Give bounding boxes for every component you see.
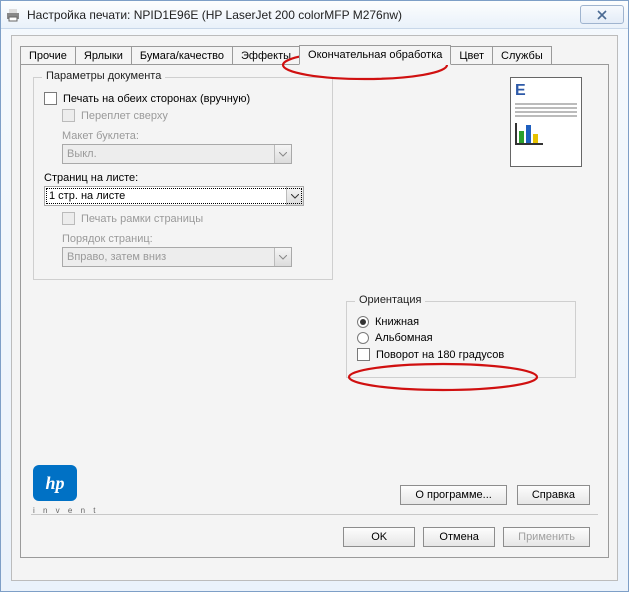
- page-order-select: Вправо, затем вниз: [62, 247, 292, 267]
- page-order-label: Порядок страниц:: [62, 233, 322, 245]
- preview-letter-icon: E: [515, 82, 577, 100]
- flip-top-label: Переплет сверху: [81, 110, 168, 122]
- tab-color[interactable]: Цвет: [450, 46, 493, 65]
- hp-logo-icon: hp: [33, 465, 77, 501]
- tab-shortcuts[interactable]: Ярлыки: [75, 46, 132, 65]
- print-borders-checkbox: [62, 212, 75, 225]
- duplex-label: Печать на обеих сторонах (вручную): [63, 93, 250, 105]
- tab-paper-quality[interactable]: Бумага/качество: [131, 46, 233, 65]
- landscape-radio[interactable]: [357, 332, 369, 344]
- flip-top-checkbox: [62, 109, 75, 122]
- document-parameters-group: Параметры документа Печать на обеих стор…: [33, 77, 333, 280]
- landscape-label: Альбомная: [375, 332, 433, 344]
- rotate180-checkbox[interactable]: [357, 348, 370, 361]
- apply-button: Применить: [503, 527, 590, 547]
- divider: [31, 514, 598, 515]
- about-button[interactable]: О программе...: [400, 485, 506, 505]
- dialog-content: Прочие Ярлыки Бумага/качество Эффекты Ок…: [11, 35, 618, 581]
- printer-icon: [5, 7, 21, 23]
- help-button[interactable]: Справка: [517, 485, 590, 505]
- chevron-down-icon[interactable]: [286, 187, 303, 205]
- titlebar: Настройка печати: NPID1E96E (HP LaserJet…: [1, 1, 628, 29]
- tab-services[interactable]: Службы: [492, 46, 552, 65]
- preview-chart-icon: [515, 123, 543, 145]
- duplex-checkbox[interactable]: [44, 92, 57, 105]
- tab-effects[interactable]: Эффекты: [232, 46, 300, 65]
- close-button[interactable]: [580, 5, 624, 24]
- window-title: Настройка печати: NPID1E96E (HP LaserJet…: [27, 8, 580, 22]
- page-preview: E: [510, 77, 582, 167]
- print-borders-label: Печать рамки страницы: [81, 213, 203, 225]
- orientation-group: Ориентация Книжная Альбомная Поворот на …: [346, 301, 576, 378]
- orientation-title: Ориентация: [355, 294, 425, 306]
- cancel-button[interactable]: Отмена: [423, 527, 495, 547]
- print-settings-window: Настройка печати: NPID1E96E (HP LaserJet…: [0, 0, 629, 592]
- booklet-layout-select: Выкл.: [62, 144, 292, 164]
- tab-finishing[interactable]: Окончательная обработка: [299, 45, 451, 65]
- pages-per-sheet-select[interactable]: 1 стр. на листе: [44, 186, 304, 206]
- tabs: Прочие Ярлыки Бумага/качество Эффекты Ок…: [20, 44, 609, 64]
- pages-per-sheet-label: Страниц на листе:: [44, 172, 322, 184]
- portrait-radio[interactable]: [357, 316, 369, 328]
- group-title: Параметры документа: [42, 70, 165, 82]
- ok-button[interactable]: OK: [343, 527, 415, 547]
- tab-body: Параметры документа Печать на обеих стор…: [20, 64, 609, 558]
- booklet-layout-label: Макет буклета:: [62, 130, 322, 142]
- chevron-down-icon: [274, 145, 291, 163]
- chevron-down-icon: [274, 248, 291, 266]
- portrait-label: Книжная: [375, 316, 419, 328]
- tab-other[interactable]: Прочие: [20, 46, 76, 65]
- rotate180-label: Поворот на 180 градусов: [376, 349, 504, 361]
